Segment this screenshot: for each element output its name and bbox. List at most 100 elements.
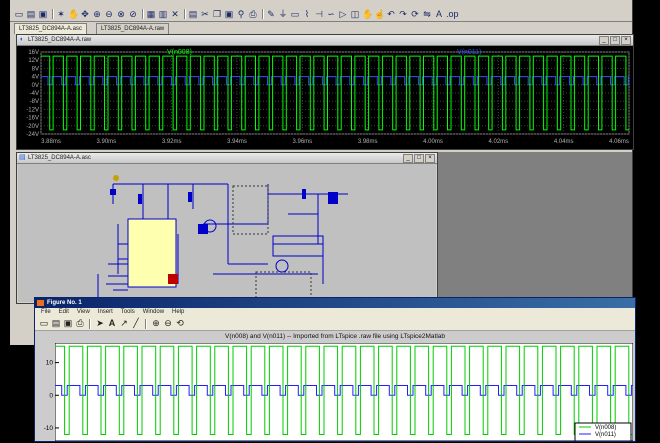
zoom-in-icon[interactable]: ⊕ [92, 9, 102, 19]
control-panel-icon[interactable]: ▤ [188, 9, 198, 19]
find-icon[interactable]: ⚲ [236, 9, 246, 19]
print-icon[interactable]: ⎙ [75, 318, 85, 328]
figure-axes[interactable]: V(n008) V(n011) [54, 342, 634, 442]
figure-title: Figure No. 1 [47, 300, 82, 306]
menu-window[interactable]: Window [143, 308, 164, 317]
insert-arrow-icon[interactable]: ↗ [119, 318, 129, 328]
save-icon[interactable]: ▣ [63, 318, 73, 328]
autorange-icon[interactable]: ⊘ [128, 9, 138, 19]
y-tick-label: 16V [28, 50, 39, 56]
x-tick-label: 4.06ms [609, 139, 629, 145]
menu-insert[interactable]: Insert [98, 308, 113, 317]
copy-icon[interactable]: ❐ [212, 9, 222, 19]
inductor-icon[interactable]: ∽ [326, 9, 336, 19]
legend-label: V(n008) [595, 425, 616, 431]
run-icon[interactable]: ✶ [56, 9, 66, 19]
matlab-y-axis: 10 0 -10 [44, 360, 54, 432]
ground-icon[interactable]: ⏚ [278, 9, 288, 19]
maximize-button[interactable]: □ [414, 154, 424, 163]
menu-view[interactable]: View [77, 308, 90, 317]
rotate-icon[interactable]: ⟳ [410, 9, 420, 19]
stop-icon[interactable]: ✋ [68, 9, 79, 19]
figure-canvas: V(n008) and V(n011) -- Imported from LTs… [35, 331, 635, 442]
x-tick-label: 3.88ms [41, 139, 61, 145]
trace-label-n011: V(n011) [457, 49, 481, 56]
x-tick-label: 4.00ms [423, 139, 443, 145]
spice-directive-icon[interactable]: .op [446, 9, 459, 19]
select-arrow-icon[interactable]: ➤ [95, 318, 105, 328]
figure-titlebar: Figure No. 1 [35, 298, 635, 308]
paste-icon[interactable]: ▣ [224, 9, 234, 19]
close-button[interactable]: × [621, 36, 631, 45]
drag-icon[interactable]: ☝ [374, 9, 385, 19]
minimize-button[interactable]: _ [403, 154, 413, 163]
move-icon[interactable]: ✋ [362, 9, 373, 19]
trace-label-n008: V(n008) [167, 49, 192, 56]
zoom-out-icon[interactable]: ⊖ [163, 318, 173, 328]
matlab-chart: V(n008)V(n011) [54, 342, 634, 442]
capacitor-icon[interactable]: ⊣ [314, 9, 324, 19]
new-figure-icon[interactable]: ▭ [39, 318, 49, 328]
mirror-icon[interactable]: ⇋ [422, 9, 432, 19]
zoom-in-icon[interactable]: ⊕ [151, 318, 161, 328]
schematic-titlebar: ▤ LT3825_DC894A-A.asc _ □ × [17, 153, 437, 164]
maximize-button[interactable]: □ [610, 36, 620, 45]
y-tick-label: -20V [26, 124, 39, 130]
menu-tools[interactable]: Tools [121, 308, 135, 317]
tile-icon[interactable]: ▦ [146, 9, 156, 19]
y-tick-label: -10 [44, 425, 54, 432]
cut-icon[interactable]: ✂ [200, 9, 210, 19]
zoom-out-icon[interactable]: ⊖ [104, 9, 114, 19]
ltspice-window: ▭ ▤ ▣ ✶ ✋ ✥ ⊕ ⊖ ⊗ ⊘ ▦ ▥ ✕ ▤ ✂ ❐ ▣ ⚲ ⎙ ✎ … [10, 0, 634, 345]
zoom-fit-icon[interactable]: ⊗ [116, 9, 126, 19]
undo-icon[interactable]: ↶ [386, 9, 396, 19]
insert-text-icon[interactable]: A [107, 318, 117, 328]
y-tick-label: -24V [26, 132, 39, 138]
x-tick-label: 3.96ms [292, 139, 312, 145]
minimize-button[interactable]: _ [599, 36, 609, 45]
pan-icon[interactable]: ✥ [80, 9, 90, 19]
tab-waveform[interactable]: LT3825_DC894A-A.raw [96, 23, 170, 34]
document-tabs: LT3825_DC894A-A.asc LT3825_DC894A-A.raw [10, 22, 632, 34]
diode-icon[interactable]: ▷ [338, 9, 348, 19]
schematic-window: ▤ LT3825_DC894A-A.asc _ □ × [16, 152, 438, 304]
menu-edit[interactable]: Edit [59, 308, 69, 317]
menu-file[interactable]: File [41, 308, 51, 317]
close-button[interactable]: × [425, 154, 435, 163]
insert-line-icon[interactable]: ╱ [131, 318, 141, 328]
rotate-icon[interactable]: ⟲ [175, 318, 185, 328]
resistor-icon[interactable]: ⌇ [302, 9, 312, 19]
text-icon[interactable]: A [434, 9, 444, 19]
main-toolbar: ▭ ▤ ▣ ✶ ✋ ✥ ⊕ ⊖ ⊗ ⊘ ▦ ▥ ✕ ▤ ✂ ❐ ▣ ⚲ ⎙ ✎ … [10, 7, 632, 22]
save-icon[interactable]: ▣ [38, 9, 48, 19]
waveform-plot[interactable]: 16V 12V 8V 4V 0V -4V -8V -12V -16V -20V -24V 3.88ms… [17, 46, 633, 149]
menu-help[interactable]: Help [172, 308, 184, 317]
component-icon[interactable]: ◫ [350, 9, 360, 19]
y-tick-label: 4V [32, 75, 39, 81]
cascade-icon[interactable]: ▥ [158, 9, 168, 19]
redo-icon[interactable]: ↷ [398, 9, 408, 19]
close-window-icon[interactable]: ✕ [170, 9, 180, 19]
x-tick-label: 4.02ms [488, 139, 508, 145]
y-tick-label: 10 [46, 360, 54, 367]
tab-schematic[interactable]: LT3825_DC894A-A.asc [14, 23, 87, 34]
x-tick-label: 3.90ms [96, 139, 116, 145]
open-folder-icon[interactable]: ▤ [26, 9, 36, 19]
x-tick-label: 3.98ms [358, 139, 378, 145]
y-tick-label: 0V [32, 83, 39, 89]
new-file-icon[interactable]: ▭ [14, 9, 24, 19]
print-icon[interactable]: ⎙ [248, 9, 258, 19]
x-tick-label: 4.04ms [554, 139, 574, 145]
y-tick-label: -8V [30, 99, 39, 105]
x-tick-label: 3.94ms [227, 139, 247, 145]
y-tick-label: -16V [26, 116, 39, 122]
schematic-title: LT3825_DC894A-A.asc [28, 155, 91, 161]
waveform-title: LT3825_DC894A-A.raw [28, 37, 92, 43]
wire-icon[interactable]: ✎ [266, 9, 276, 19]
figure-menu-bar: File Edit View Insert Tools Window Help [35, 308, 635, 317]
y-tick-label: 8V [32, 66, 39, 72]
schematic-canvas[interactable] [18, 164, 436, 304]
open-icon[interactable]: ▤ [51, 318, 61, 328]
y-tick-label: 12V [28, 58, 39, 64]
label-icon[interactable]: ▭ [290, 9, 300, 19]
